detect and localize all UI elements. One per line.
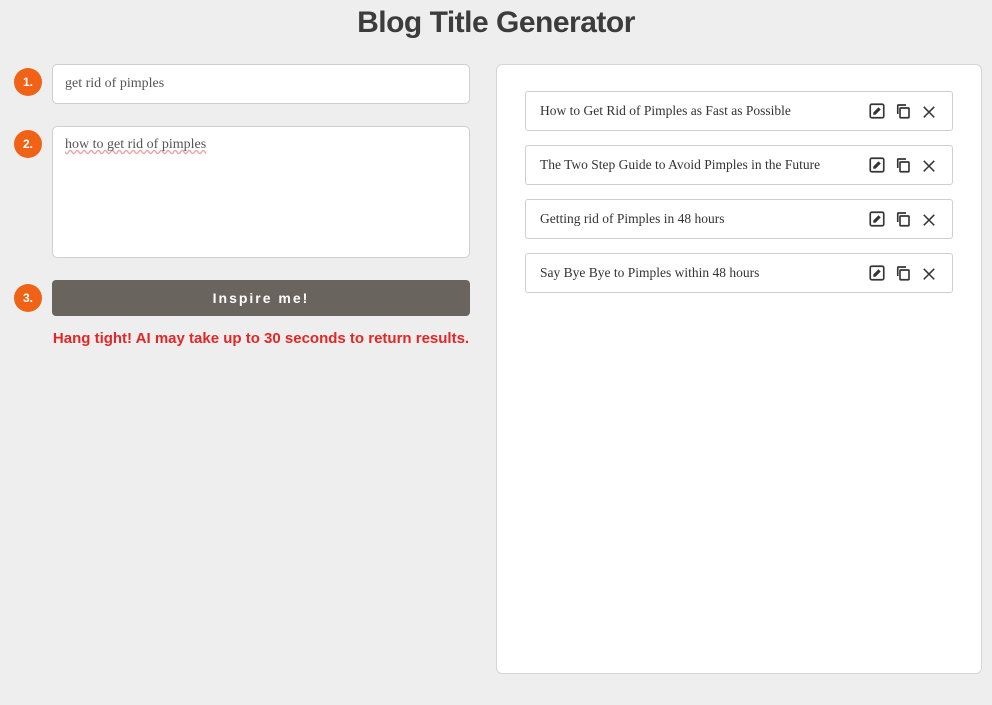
copy-icon[interactable] [894, 102, 912, 120]
close-icon[interactable] [920, 102, 938, 120]
step-badge-2: 2. [14, 130, 42, 158]
result-item: Getting rid of Pimples in 48 hours [525, 199, 953, 239]
edit-icon[interactable] [868, 102, 886, 120]
step-badge-1: 1. [14, 68, 42, 96]
result-text: Say Bye Bye to Pimples within 48 hours [540, 265, 759, 281]
topic-input[interactable] [52, 64, 470, 104]
result-text: How to Get Rid of Pimples as Fast as Pos… [540, 103, 791, 119]
result-item: The Two Step Guide to Avoid Pimples in t… [525, 145, 953, 185]
edit-icon[interactable] [868, 156, 886, 174]
result-item: How to Get Rid of Pimples as Fast as Pos… [525, 91, 953, 131]
close-icon[interactable] [920, 264, 938, 282]
copy-icon[interactable] [894, 210, 912, 228]
result-text: The Two Step Guide to Avoid Pimples in t… [540, 157, 820, 173]
result-text: Getting rid of Pimples in 48 hours [540, 211, 725, 227]
edit-icon[interactable] [868, 210, 886, 228]
copy-icon[interactable] [894, 264, 912, 282]
edit-icon[interactable] [868, 264, 886, 282]
inspire-button[interactable]: Inspire me! [52, 280, 470, 316]
close-icon[interactable] [920, 210, 938, 228]
copy-icon[interactable] [894, 156, 912, 174]
close-icon[interactable] [920, 156, 938, 174]
seed-textarea[interactable] [52, 126, 470, 258]
page-title: Blog Title Generator [0, 0, 992, 64]
results-panel: How to Get Rid of Pimples as Fast as Pos… [496, 64, 982, 674]
step-badge-3: 3. [14, 284, 42, 312]
wait-message: Hang tight! AI may take up to 30 seconds… [52, 328, 470, 351]
result-item: Say Bye Bye to Pimples within 48 hours [525, 253, 953, 293]
input-panel: 1. 2. 3. Inspire me! Hang tight! AI may … [10, 64, 470, 351]
